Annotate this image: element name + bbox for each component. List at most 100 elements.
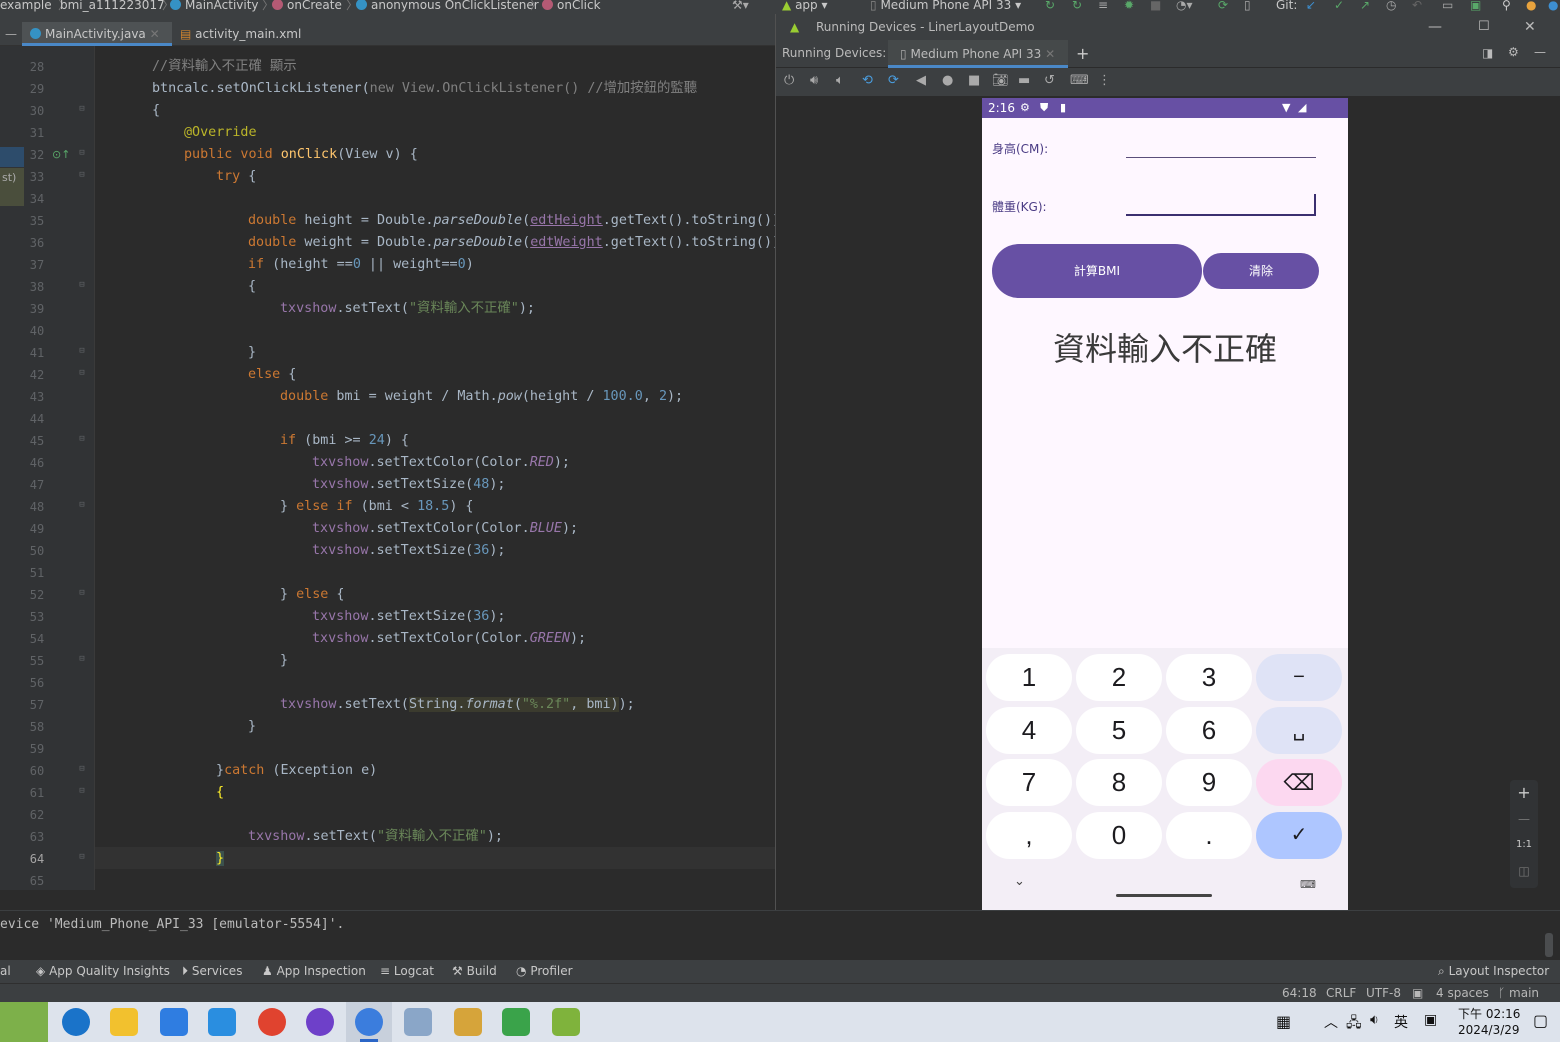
line-number[interactable]: 42 (24, 368, 50, 382)
tool-layout-inspector[interactable]: ⌕ Layout Inspector (1438, 960, 1549, 983)
breadcrumb-item[interactable]: example (0, 0, 52, 11)
tool-build[interactable]: ⚒ Build (452, 960, 497, 983)
git-branch[interactable]: ᚴ main (1498, 984, 1539, 1003)
device-mirror-icon[interactable]: ▭ (1442, 0, 1453, 11)
line-number[interactable]: 43 (24, 390, 50, 404)
minimize-icon[interactable]: — (1428, 14, 1442, 40)
fold-marker[interactable]: ⊟ (74, 346, 90, 356)
file-encoding[interactable]: UTF-8 (1366, 984, 1401, 1003)
key-backspace[interactable]: ⌫ (1256, 759, 1342, 806)
android-studio-icon[interactable] (355, 1008, 383, 1036)
line-number[interactable]: 49 (24, 522, 50, 536)
fold-marker[interactable]: ⊟ (74, 588, 90, 598)
device-manager-icon[interactable]: ▯ (1244, 0, 1251, 11)
debug-icon[interactable]: ✹ (1124, 0, 1134, 11)
line-number[interactable]: 39 (24, 302, 50, 316)
code-editor[interactable]: st) ⊙↑ 28 29 30 ⊟ 31 32 ⊟ 33 ⊟ 34 35 36 37 38 ⊟ 39 40 41 ⊟… (0, 46, 775, 890)
rotate-left-icon[interactable]: ⟲ (862, 73, 873, 88)
line-number[interactable]: 36 (24, 236, 50, 250)
rotate-right-icon[interactable]: ⟳ (888, 73, 899, 88)
line-number[interactable]: 38 (24, 280, 50, 294)
line-number[interactable]: 61 (24, 786, 50, 800)
notepad-icon[interactable] (552, 1008, 580, 1036)
line-number[interactable]: 59 (24, 742, 50, 756)
line-number[interactable]: 48 (24, 500, 50, 514)
line-number[interactable]: 62 (24, 808, 50, 822)
line-number[interactable]: 40 (24, 324, 50, 338)
chevron-up-icon[interactable]: ︿ (1324, 1012, 1338, 1032)
fold-marker[interactable]: ⊟ (74, 280, 90, 290)
breadcrumb-item[interactable]: onClick (542, 0, 601, 11)
line-number[interactable]: 30 (24, 104, 50, 118)
line-number[interactable]: 65 (24, 874, 50, 888)
breadcrumb-item[interactable]: anonymous OnClickListener (356, 0, 539, 11)
tool-services[interactable]: ⏵ Services (182, 960, 242, 983)
power-icon[interactable]: ⏻ (784, 73, 794, 88)
notification-icon[interactable]: ● (1526, 0, 1536, 11)
add-device-icon[interactable]: + (1076, 44, 1089, 63)
breadcrumb-item[interactable]: bmi_a111223017 (60, 0, 165, 11)
line-number[interactable]: 32 (24, 148, 50, 162)
line-number[interactable]: 54 (24, 632, 50, 646)
line-number[interactable]: 63 (24, 830, 50, 844)
sdk-manager-icon[interactable]: ▣ (1470, 0, 1481, 11)
close-window-icon[interactable]: ✕ (1524, 14, 1536, 40)
console-scrollbar[interactable] (1545, 933, 1553, 957)
line-number[interactable]: 35 (24, 214, 50, 228)
line-number[interactable]: 34 (24, 192, 50, 206)
key-space[interactable]: ␣ (1256, 707, 1342, 754)
file-explorer-icon[interactable] (110, 1008, 138, 1036)
snapshot-icon[interactable]: ↺ (1044, 73, 1055, 88)
edge-icon[interactable] (62, 1008, 90, 1036)
emulator-icon[interactable] (404, 1008, 432, 1036)
tool-app-inspection[interactable]: ♟ App Inspection (262, 960, 366, 983)
key-2[interactable]: 2 (1076, 654, 1162, 701)
close-icon[interactable]: ✕ (1045, 47, 1055, 61)
overview-icon[interactable]: ■ (968, 73, 980, 88)
layout-icon[interactable]: ◨ (1482, 46, 1493, 60)
apply-code-changes-icon[interactable]: ↻ (1072, 0, 1082, 11)
more-icon[interactable]: ⋮ (1098, 73, 1111, 88)
gesture-handle[interactable] (1116, 894, 1212, 897)
key-6[interactable]: 6 (1166, 707, 1252, 754)
run-config-select[interactable]: ▲ app ▾ (782, 0, 828, 11)
zoom-out-icon[interactable]: — (1510, 806, 1538, 832)
device-select[interactable]: ▯ Medium Phone API 33 ▾ (870, 0, 1021, 11)
line-number[interactable]: 47 (24, 478, 50, 492)
git-commit-icon[interactable]: ✓ (1334, 0, 1344, 11)
screenshot-icon[interactable]: 📷︎ (992, 73, 1009, 88)
key-5[interactable]: 5 (1076, 707, 1162, 754)
line-number[interactable]: 53 (24, 610, 50, 624)
key-minus[interactable]: − (1256, 654, 1342, 701)
key-period[interactable]: . (1166, 812, 1252, 859)
line-number[interactable]: 56 (24, 676, 50, 690)
keyboard-icon[interactable]: ⌨ (1070, 73, 1089, 88)
line-number[interactable]: 51 (24, 566, 50, 580)
github-icon[interactable] (306, 1008, 334, 1036)
back-icon[interactable]: ◀ (916, 73, 926, 88)
network-icon[interactable]: 🖧︎ (1346, 1012, 1362, 1036)
maximize-icon[interactable]: ☐ (1478, 14, 1490, 40)
tab-mainactivity[interactable]: MainActivity.java ✕ (22, 22, 172, 46)
settings-icon[interactable]: ● (1548, 0, 1558, 11)
line-number[interactable]: 46 (24, 456, 50, 470)
news-icon[interactable]: ▦ (1276, 1012, 1291, 1031)
zoom-in-icon[interactable]: + (1510, 780, 1538, 806)
rollback-icon[interactable]: ↶ (1412, 0, 1422, 11)
calculate-bmi-button[interactable]: 計算BMI (992, 244, 1202, 298)
clear-button[interactable]: 清除 (1203, 253, 1319, 289)
profiler-icon[interactable]: ◔▾ (1176, 0, 1193, 11)
clock-time[interactable]: 下午 02:16 (1458, 1005, 1520, 1022)
key-comma[interactable]: , (986, 812, 1072, 859)
line-number[interactable]: 60 (24, 764, 50, 778)
hammer-icon[interactable]: ⚒▾ (732, 0, 749, 11)
fold-marker[interactable]: ⊟ (74, 764, 90, 774)
line-number[interactable]: 64 (24, 852, 50, 866)
ime-mode-icon[interactable]: ▣ (1424, 1012, 1437, 1028)
tool-icon[interactable] (502, 1008, 530, 1036)
history-icon[interactable]: ◷ (1386, 0, 1396, 11)
key-9[interactable]: 9 (1166, 759, 1252, 806)
volume-down-icon[interactable]: 🔈︎ (836, 73, 844, 88)
fold-marker[interactable]: ⊟ (74, 368, 90, 378)
device-tab[interactable]: ▯ Medium Phone API 33 ✕ (888, 40, 1068, 68)
